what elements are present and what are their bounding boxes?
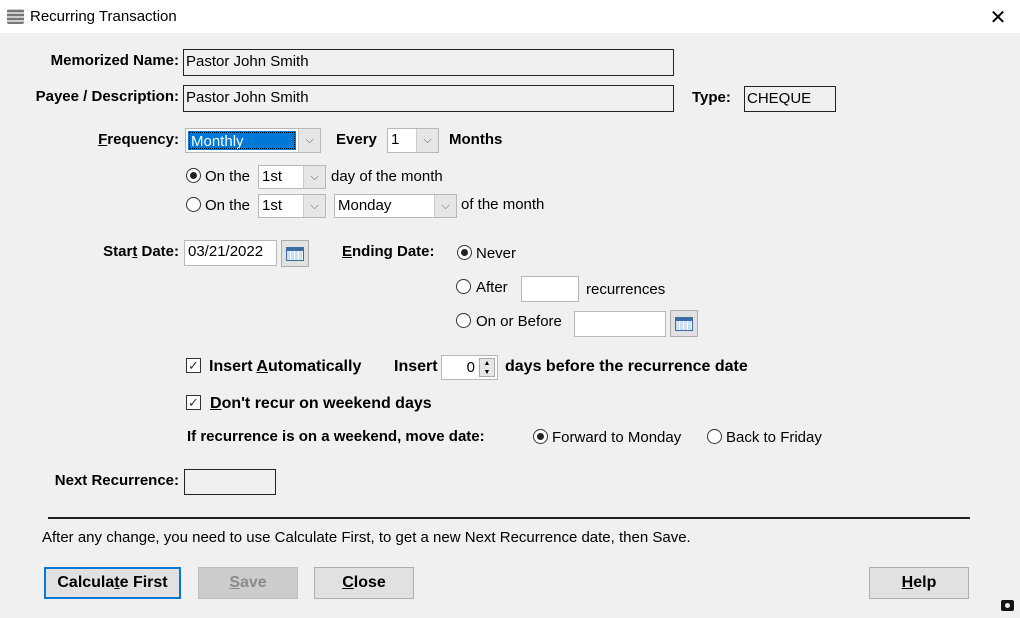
payee-label: Payee / Description: [35,88,179,105]
on-the-label-1: On the [205,168,251,185]
next-recurrence-label: Next Recurrence: [54,472,179,489]
chevron-down-icon[interactable]: ⌵ [303,195,325,217]
radio-after[interactable] [456,279,471,294]
every-select[interactable]: 1 ⌵ [387,128,439,153]
chevron-down-icon[interactable]: ⌵ [416,129,438,152]
recurrences-input[interactable] [521,276,579,302]
every-value: 1 [391,131,400,148]
day-of-month-label: day of the month [331,168,443,185]
chevron-down-icon[interactable]: ⌵ [298,129,320,152]
close-icon[interactable]: ✕ [988,5,1008,30]
on-or-before-input[interactable] [574,311,666,337]
insert-automatically-checkbox[interactable]: ✓ [186,358,201,373]
spinner-arrows-icon[interactable]: ▲ ▼ [479,358,495,377]
days-value: 0 [466,359,475,376]
help-button[interactable]: Help [869,567,969,599]
payee-field[interactable]: Pastor John Smith [183,85,674,112]
on-or-before-label: On or Before [476,313,562,330]
day-select[interactable]: 1st ⌵ [258,165,326,189]
move-date-label: If recurrence is on a weekend, move date… [187,428,485,445]
radio-never[interactable] [457,245,472,260]
save-button[interactable]: Save [198,567,298,599]
type-label: Type: [692,89,731,106]
title-bar: Recurring Transaction ✕ [0,0,1020,33]
weekday-select[interactable]: Monday ⌵ [334,194,457,218]
forward-monday-label: Forward to Monday [552,429,682,446]
calendar-icon[interactable] [281,240,309,267]
start-date-input[interactable]: 03/21/2022 [184,240,277,266]
back-friday-label: Back to Friday [726,429,822,446]
next-recurrence-field [184,469,276,495]
frequency-select[interactable]: Monthly ⌵ [185,128,321,153]
radio-forward-monday[interactable] [533,429,548,444]
insert-automatically-label: Insert Automatically [209,358,362,375]
radio-back-friday[interactable] [707,429,722,444]
calendar-icon[interactable] [670,310,698,337]
calculate-first-button[interactable]: Calcula t e First [44,567,181,599]
after-label: After [476,279,508,296]
frequency-label: Frequency: [98,131,179,148]
app-icon [7,9,24,24]
close-button[interactable]: Close [314,567,414,599]
radio-on-or-before[interactable] [456,313,471,328]
weekend-label: Don't recur on weekend days [210,395,432,412]
radio-day-of-month[interactable] [186,168,201,183]
ordinal-select[interactable]: 1st ⌵ [258,194,326,218]
every-label: Every [336,131,377,148]
weekend-checkbox[interactable]: ✓ [186,395,201,410]
chevron-down-icon[interactable]: ⌵ [303,166,325,188]
type-field: CHEQUE [744,86,836,112]
window-title: Recurring Transaction [30,8,177,25]
memorized-name-label: Memorized Name: [50,52,179,69]
never-label: Never [476,245,517,262]
of-month-label: of the month [461,196,545,213]
chevron-down-icon[interactable]: ⌵ [434,195,456,217]
start-date-label: Start Date: [103,243,179,260]
days-before-label: days before the recurrence date [505,358,748,375]
camera-icon[interactable] [1001,600,1014,611]
day-value: 1st [262,168,283,185]
memorized-name-field[interactable]: Pastor John Smith [183,49,674,76]
frequency-value: Monthly [188,131,296,150]
ordinal-value: 1st [262,197,283,214]
days-spinner[interactable]: 0 ▲ ▼ [441,355,498,380]
radio-weekday-of-month[interactable] [186,197,201,212]
weekday-value: Monday [338,197,392,214]
on-the-label-2: On the [205,197,251,214]
note-text: After any change, you need to use Calcul… [42,529,691,546]
divider [48,517,970,519]
insert-label: Insert [394,358,438,375]
months-label: Months [449,131,503,148]
ending-date-label: Ending Date: [342,243,435,260]
recurrences-label: recurrences [586,281,666,298]
